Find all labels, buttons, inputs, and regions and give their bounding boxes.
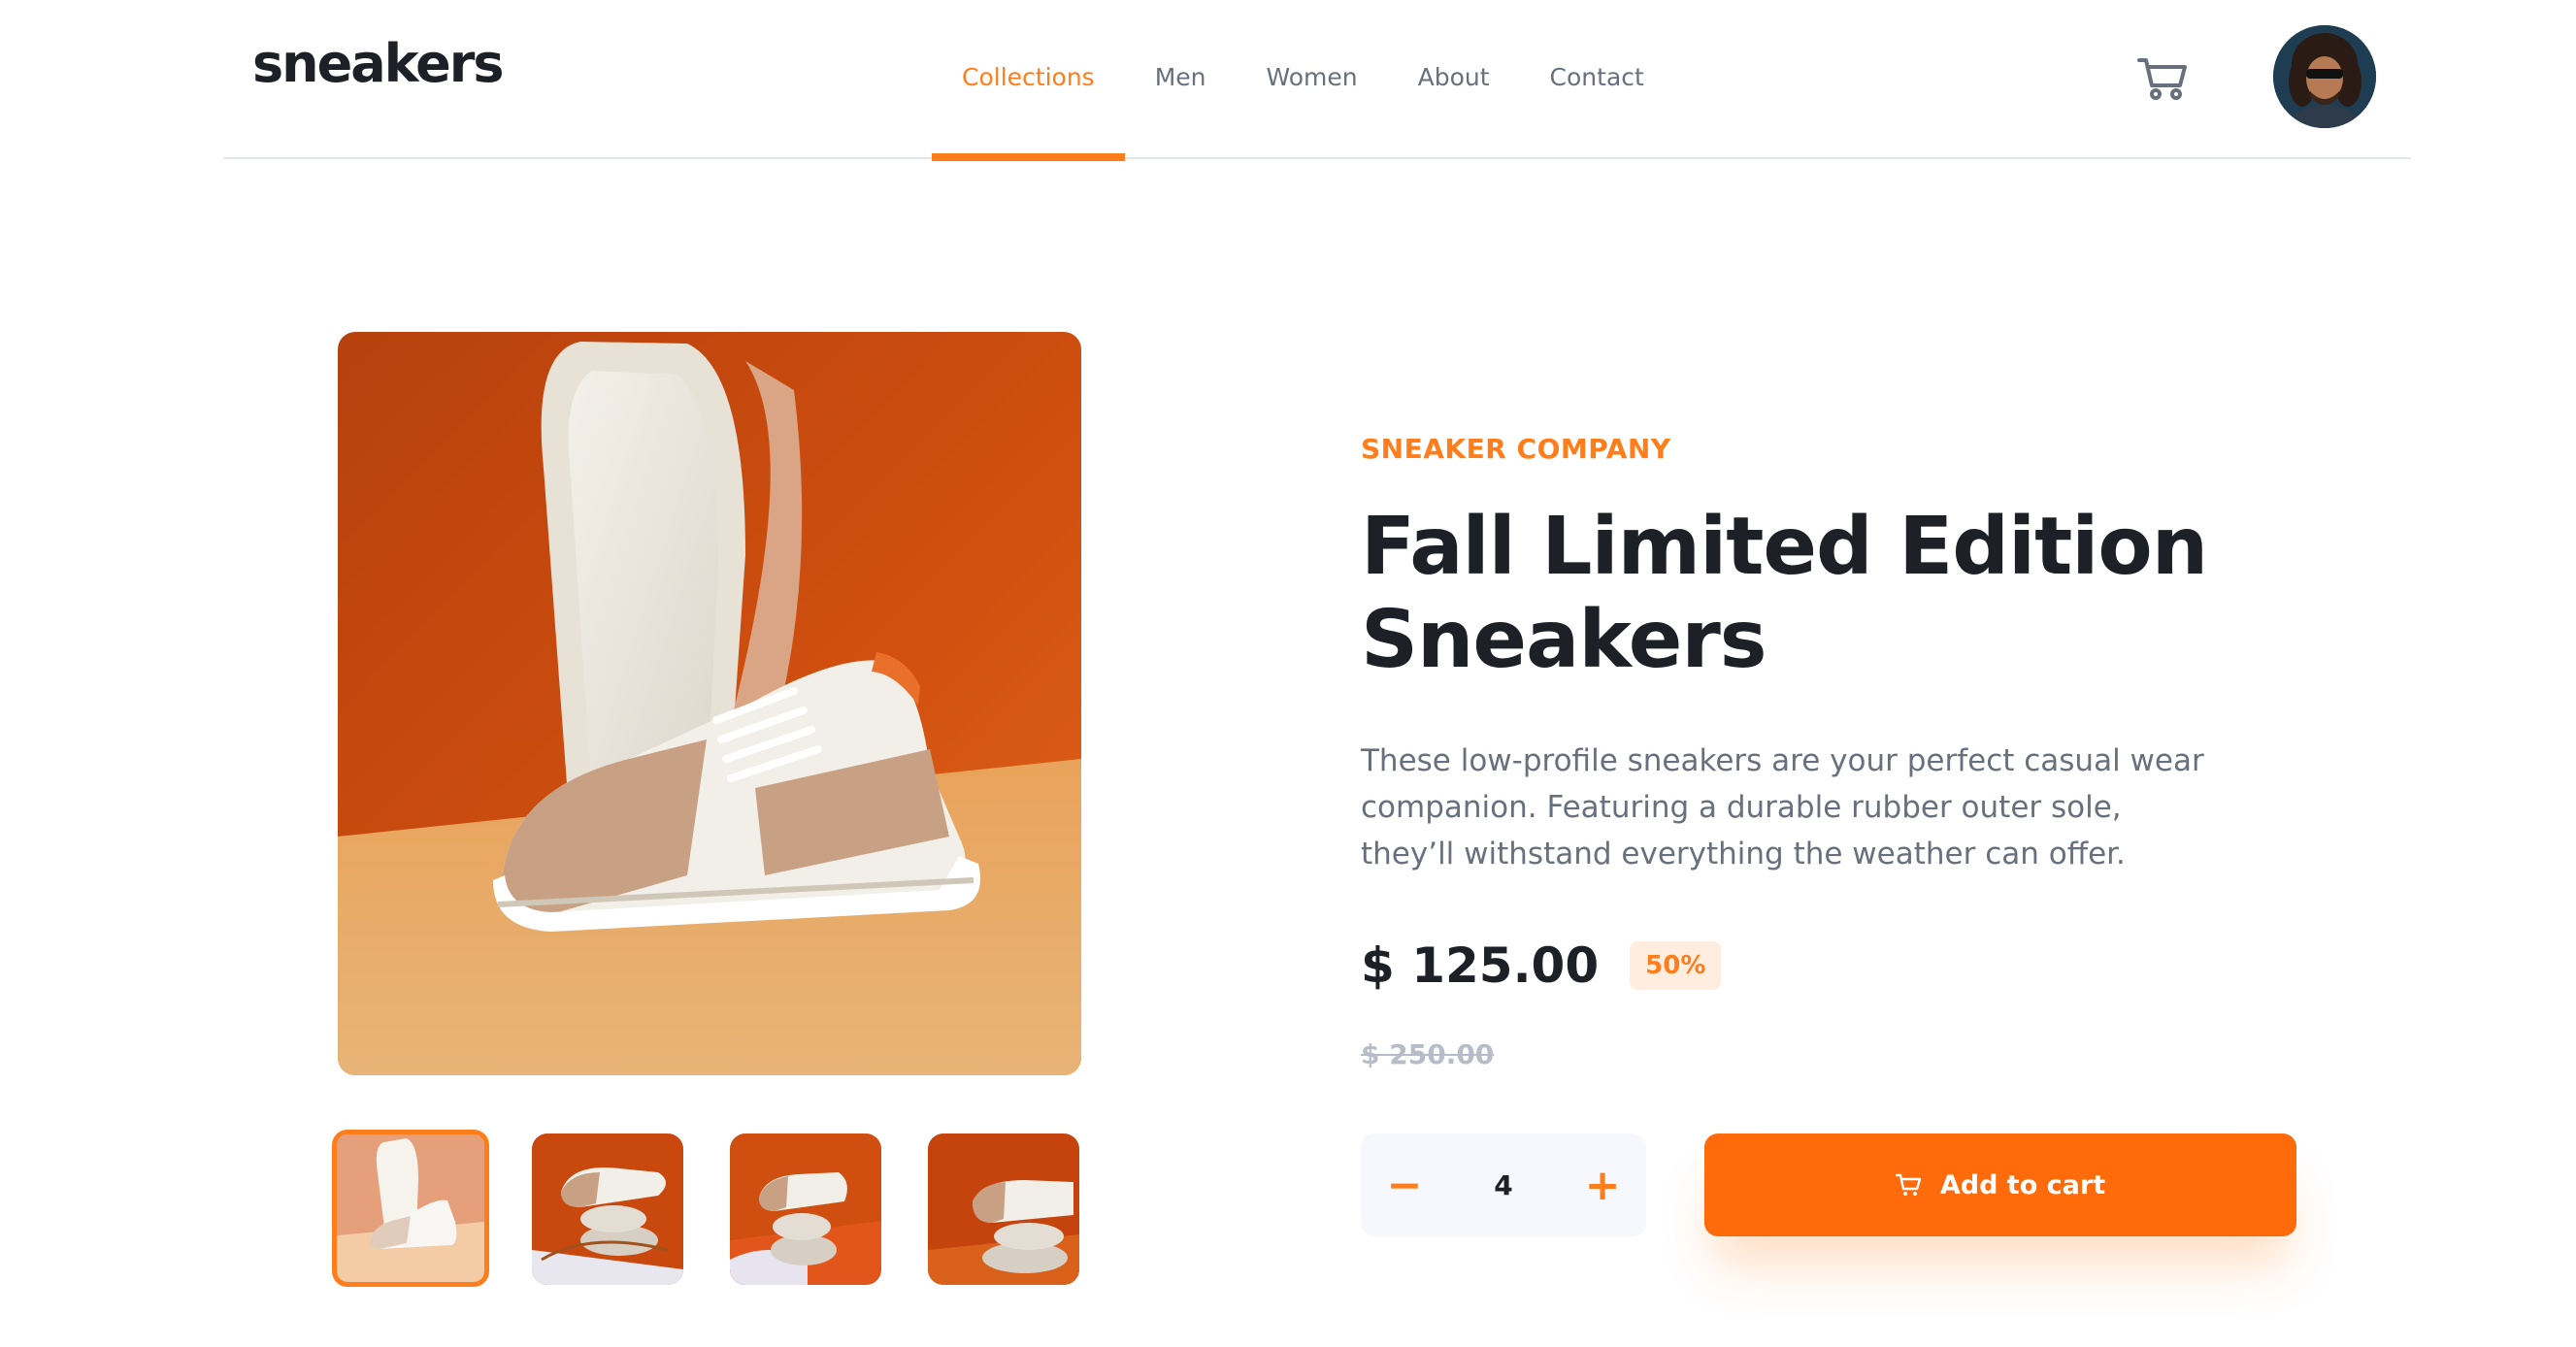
- cart-icon: [1895, 1173, 1921, 1196]
- thumbnail-2[interactable]: [532, 1133, 683, 1285]
- original-price: $ 250.00: [1361, 1038, 1495, 1070]
- nav-item-label: Collections: [962, 62, 1095, 91]
- cart-button[interactable]: [2137, 56, 2188, 101]
- nav-item-label: About: [1417, 62, 1490, 91]
- thumbnail-4-image: [928, 1133, 1079, 1285]
- nav-item-about[interactable]: About: [1388, 0, 1520, 159]
- thumbnail-1-image: [337, 1134, 484, 1282]
- nav-item-men[interactable]: Men: [1125, 0, 1237, 159]
- add-to-cart-button[interactable]: Add to cart: [1704, 1133, 2296, 1236]
- main-nav: Collections Men Women About Contact: [932, 0, 1674, 161]
- price-row: $ 125.00 50%: [1361, 937, 1722, 994]
- sneaker-photo: [338, 332, 1081, 1075]
- product-title: Fall Limited Edition Sneakers: [1361, 501, 2234, 687]
- discount-badge: 50%: [1630, 941, 1722, 990]
- nav-item-label: Women: [1266, 62, 1358, 91]
- thumbnail-3[interactable]: [730, 1133, 881, 1285]
- nav-item-label: Contact: [1549, 62, 1644, 91]
- thumbnail-2-image: [532, 1133, 683, 1285]
- product-title-line-1: Fall Limited Edition: [1361, 501, 2208, 593]
- nav-item-collections[interactable]: Collections: [932, 0, 1125, 161]
- site-header: sneakers Collections Men Women About Con…: [223, 0, 2411, 161]
- nav-item-label: Men: [1154, 62, 1206, 91]
- nav-item-women[interactable]: Women: [1236, 0, 1387, 159]
- quantity-stepper: − 4 +: [1361, 1133, 1646, 1236]
- decrease-quantity-button[interactable]: −: [1361, 1133, 1448, 1236]
- cart-icon: [2137, 58, 2187, 100]
- minus-icon: −: [1386, 1160, 1423, 1210]
- product-page: sneakers Collections Men Women About Con…: [0, 0, 2576, 1347]
- thumbnail-1[interactable]: [332, 1130, 489, 1287]
- current-price: $ 125.00: [1361, 937, 1600, 994]
- thumbnail-strip: [332, 1130, 1089, 1287]
- main-product-image[interactable]: [338, 332, 1081, 1075]
- product-description: These low-profile sneakers are your perf…: [1361, 743, 2204, 871]
- quantity-value: 4: [1494, 1168, 1513, 1201]
- product-title-line-2: Sneakers: [1361, 594, 1767, 686]
- user-avatar-image: [2273, 25, 2376, 128]
- thumbnail-3-image: [730, 1133, 881, 1285]
- logo[interactable]: sneakers: [252, 33, 505, 94]
- add-to-cart-label: Add to cart: [1939, 1169, 2106, 1200]
- company-name: SNEAKER COMPANY: [1361, 433, 1671, 465]
- thumbnail-4[interactable]: [928, 1133, 1079, 1285]
- plus-icon: +: [1584, 1160, 1621, 1210]
- avatar[interactable]: [2273, 25, 2376, 128]
- nav-item-contact[interactable]: Contact: [1520, 0, 1674, 159]
- increase-quantity-button[interactable]: +: [1559, 1133, 1646, 1236]
